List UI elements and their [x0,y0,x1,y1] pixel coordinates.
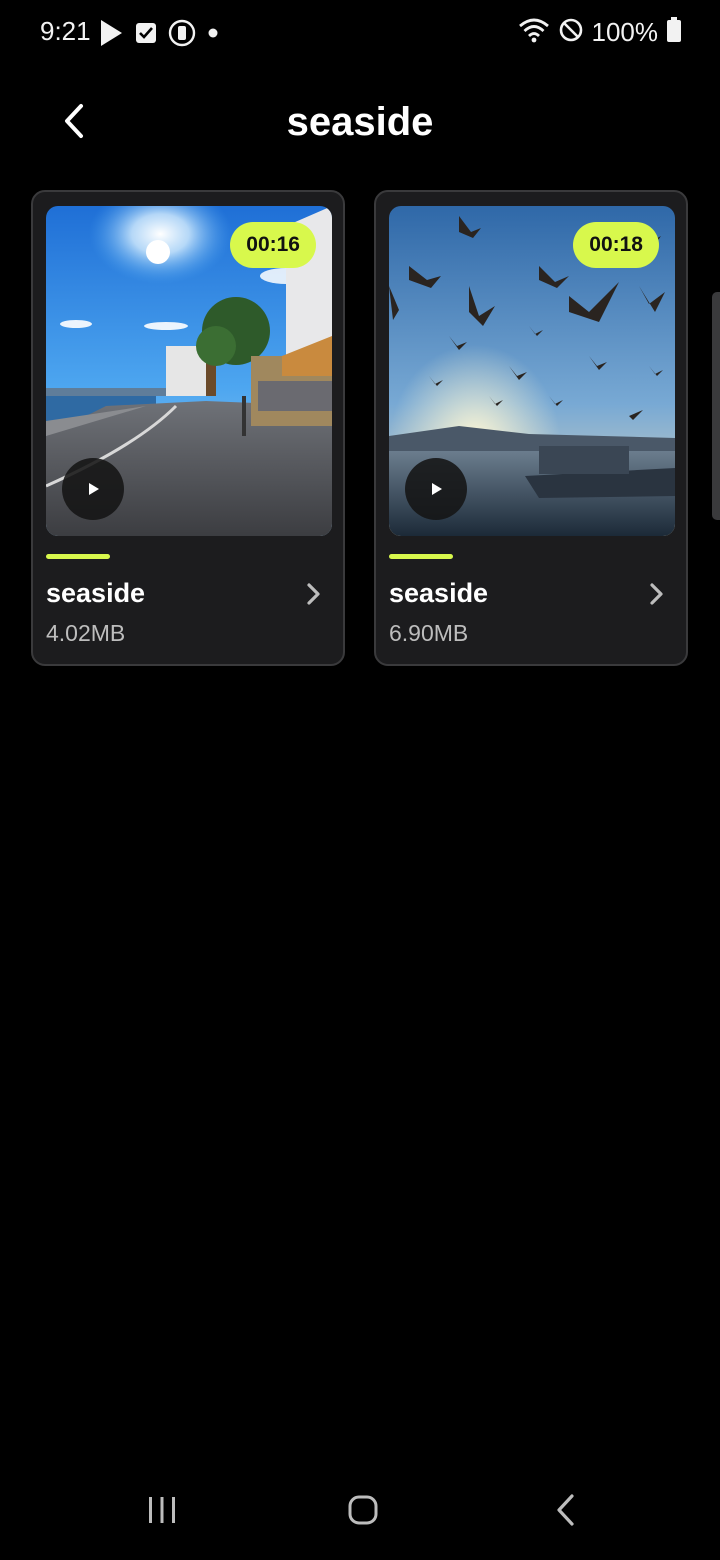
page-title: seaside [286,100,434,144]
video-thumbnail[interactable]: 00:18 [389,206,675,536]
accent-line [389,554,453,559]
video-title: seaside [389,578,489,608]
video-title: seaside [46,578,146,608]
play-store-icon [98,18,124,48]
recent-apps-icon [146,1495,178,1530]
dot-icon [206,26,220,40]
battery-percent: 100% [591,17,659,47]
play-button[interactable] [405,458,467,520]
play-icon [428,481,444,497]
battery-icon [666,17,682,48]
play-icon [85,481,101,497]
video-thumbnail[interactable]: 00:16 [46,206,332,536]
edge-panel-handle[interactable] [712,292,720,520]
checkbox-icon [134,21,158,45]
video-card[interactable]: 00:16 seaside 4.02MB [31,190,345,666]
duration-badge: 00:18 [573,222,659,268]
recent-apps-button[interactable] [132,1492,192,1532]
video-size: 4.02MB [46,620,126,646]
back-icon [554,1493,578,1532]
status-notification-icons [98,18,220,48]
recorder-icon [168,19,196,47]
play-button[interactable] [62,458,124,520]
duration-badge: 00:16 [230,222,316,268]
status-time: 9:21 [40,16,91,46]
wifi-icon [518,16,550,49]
home-icon [347,1494,379,1531]
video-card[interactable]: 00:18 seaside 6.90MB [374,190,688,666]
status-bar: 9:21 100% [0,0,720,68]
chevron-right-icon[interactable] [305,582,323,611]
navigation-bar [0,1476,720,1560]
accent-line [46,554,110,559]
nav-back-button[interactable] [536,1492,596,1532]
header: seaside [0,80,720,170]
chevron-right-icon[interactable] [648,582,666,611]
video-size: 6.90MB [389,620,469,646]
home-button[interactable] [333,1492,393,1532]
status-system-icons: 100% [518,16,683,49]
do-not-disturb-icon [558,17,584,48]
